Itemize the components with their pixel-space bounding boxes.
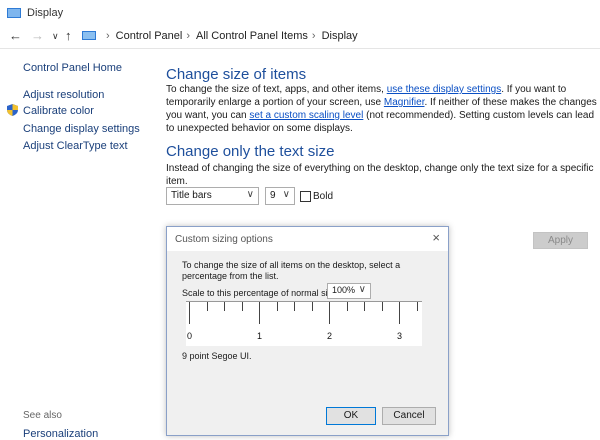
ruler-tick xyxy=(329,302,330,324)
text-size-heading: Change only the text size xyxy=(166,143,335,160)
dialog-title: Custom sizing options xyxy=(175,234,273,245)
preview-text: 9 point Segoe UI. xyxy=(182,351,252,361)
scale-label: Scale to this percentage of normal size: xyxy=(182,288,340,298)
scale-select[interactable]: 100% ∨ xyxy=(327,283,371,299)
description-text-1: To change the size of text, apps, and ot… xyxy=(166,84,384,95)
display-app-icon xyxy=(7,8,21,18)
sidebar-item-adjust-resolution[interactable]: Adjust resolution xyxy=(23,89,104,101)
navigation-bar: ← → ∨ ↑ › Control Panel › All Control Panel… xyxy=(0,26,600,49)
window-title-bar: Display xyxy=(0,0,600,26)
ruler-label: 2 xyxy=(327,331,333,341)
breadcrumb-all-items[interactable]: All Control Panel Items xyxy=(196,30,308,42)
item-select-value: Title bars xyxy=(171,190,212,201)
ruler-tick xyxy=(399,302,400,324)
ruler-tick xyxy=(242,302,243,311)
magnifier-link[interactable]: Magnifier xyxy=(384,97,425,108)
ruler-tick xyxy=(224,302,225,311)
ruler-label: 0 xyxy=(187,331,193,341)
ruler-tick xyxy=(382,302,383,311)
custom-scaling-link[interactable]: set a custom scaling level xyxy=(249,110,363,121)
ruler-tick xyxy=(294,302,295,311)
scale-select-value: 100% xyxy=(332,285,356,295)
sidebar-item-adjust-cleartype[interactable]: Adjust ClearType text xyxy=(23,140,128,152)
ruler-tick xyxy=(417,302,418,311)
close-icon[interactable]: × xyxy=(432,230,440,245)
sidebar-item-calibrate-color[interactable]: Calibrate color xyxy=(23,105,94,117)
sidebar: Control Panel Home Adjust resolution Cal… xyxy=(0,48,150,440)
see-also-label: See also xyxy=(23,410,62,421)
window-title: Display xyxy=(27,7,64,19)
breadcrumb-control-panel[interactable]: Control Panel xyxy=(116,30,183,42)
arrow-left-icon[interactable]: ← xyxy=(9,28,22,43)
change-size-description: To change the size of text, apps, and ot… xyxy=(166,83,598,135)
dialog-title-bar: Custom sizing options × xyxy=(167,227,448,251)
display-settings-link[interactable]: use these display settings xyxy=(387,84,502,95)
ok-button[interactable]: OK xyxy=(326,407,376,425)
ruler-label: 3 xyxy=(397,331,403,341)
change-size-heading: Change size of items xyxy=(166,66,307,83)
bold-label: Bold xyxy=(313,191,334,202)
ruler-tick xyxy=(277,302,278,311)
item-select[interactable]: Title bars ∨ xyxy=(166,187,259,205)
ruler-tick xyxy=(259,302,260,324)
bold-checkbox[interactable] xyxy=(300,191,311,202)
ruler-tick xyxy=(189,302,190,324)
arrow-right-icon[interactable]: → xyxy=(31,28,44,43)
ruler-label: 1 xyxy=(257,331,263,341)
scale-ruler[interactable]: 0 1 2 3 xyxy=(186,301,422,346)
size-select[interactable]: 9 ∨ xyxy=(265,187,295,205)
dialog-instruction: To change the size of all items on the d… xyxy=(182,260,401,281)
chevron-down-icon[interactable]: ∨ xyxy=(52,31,59,42)
ruler-tick xyxy=(207,302,208,311)
sidebar-item-personalization[interactable]: Personalization xyxy=(23,428,98,440)
chevron-down-icon: ∨ xyxy=(282,189,290,200)
ruler-tick xyxy=(347,302,348,311)
sidebar-item-change-display-settings[interactable]: Change display settings xyxy=(23,123,140,135)
apply-button[interactable]: Apply xyxy=(533,232,588,249)
breadcrumb-display[interactable]: Display xyxy=(322,30,358,42)
size-select-value: 9 xyxy=(270,190,276,201)
ruler-tick xyxy=(312,302,313,311)
control-panel-icon xyxy=(82,31,96,40)
ruler-tick xyxy=(364,302,365,311)
arrow-up-icon[interactable]: ↑ xyxy=(65,28,72,43)
custom-sizing-dialog: Custom sizing options × To change the si… xyxy=(166,226,449,436)
chevron-down-icon: ∨ xyxy=(358,284,366,295)
breadcrumb: › Control Panel › All Control Panel Items › D… xyxy=(82,30,358,42)
sidebar-control-panel-home[interactable]: Control Panel Home xyxy=(23,62,122,74)
shield-icon xyxy=(7,104,18,116)
text-size-description: Instead of changing the size of everythi… xyxy=(166,163,594,187)
cancel-button[interactable]: Cancel xyxy=(382,407,436,425)
chevron-down-icon: ∨ xyxy=(246,189,254,200)
